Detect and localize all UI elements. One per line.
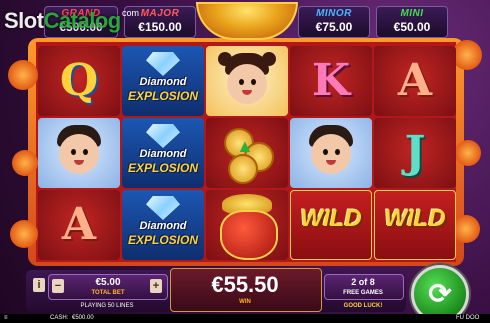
cash-label: CASH: (50, 315, 69, 321)
reel2-symbol-diamond-explosion-2: Diamond EXPLOSION (122, 118, 204, 188)
girl-hair-bun-right (262, 52, 276, 66)
watermark-logo: SlotCatalog (4, 8, 121, 34)
win-value: €55.50 (211, 272, 279, 297)
reel4-symbol-boy (290, 118, 372, 188)
boy-eye-right (335, 149, 340, 155)
win-label: WIN (239, 299, 251, 305)
jackpot-major-value: €150.00 (138, 20, 182, 34)
watermark-com: com (122, 8, 140, 18)
jackpot-minor-value: €75.00 (315, 20, 353, 34)
girl-eye-left (239, 79, 244, 85)
bet-plus-button[interactable]: + (150, 279, 162, 293)
jackpot-minor-label: MINOR (316, 8, 352, 19)
info-button[interactable]: i (33, 278, 45, 292)
menu-icon[interactable]: ≡ (4, 315, 8, 321)
diamond-label: Diamond (139, 148, 187, 160)
status-bar: ≡ CASH: €500.00 FU DOO (0, 314, 490, 323)
reel1-symbol-q: Q (38, 46, 120, 116)
blossom-decoration-left-3 (10, 220, 38, 248)
reel3-symbol-treasure-pot (206, 190, 288, 260)
jackpot-mini-value: €50.00 (393, 20, 431, 34)
reel5-symbol-j: J (374, 118, 456, 188)
explosion-label: EXPLOSION (127, 233, 198, 247)
boy-eye-left (323, 149, 328, 155)
reel1-symbol-boy (38, 118, 120, 188)
total-bet-label: TOTAL BET (91, 290, 125, 296)
good-luck-message: GOOD LUCK! (343, 303, 383, 309)
diamond-gem (146, 196, 180, 220)
blossom-decoration-right-1 (452, 40, 482, 70)
free-games-counter: 2 of 8 (351, 277, 375, 287)
reel3-symbol-coins: ▲ (206, 118, 288, 188)
diamond-label: Diamond (139, 76, 187, 88)
wild-label: WILD (384, 205, 446, 232)
reel5-symbol-wild: WILD (374, 190, 456, 260)
game-name: FU DOO (456, 315, 480, 321)
blossom-decoration-right-3 (452, 215, 480, 243)
reel2-symbol-diamond-explosion-3: Diamond EXPLOSION (122, 190, 204, 260)
watermark-catalog: Catalog (43, 8, 122, 33)
jackpot-mini: MINI €50.00 (376, 6, 448, 38)
jackpot-mini-label: MINI (400, 8, 424, 19)
playing-lines-text: PLAYING 50 LINES (80, 303, 134, 309)
wild-label: WILD (300, 205, 362, 232)
reel5-symbol-a: A (374, 46, 456, 116)
jackpot-minor: MINOR €75.00 (298, 6, 370, 38)
refresh-icon: ⟳ (428, 278, 452, 309)
explosion-label: EXPLOSION (127, 161, 198, 175)
reel4-symbol-wild: WILD (290, 190, 372, 260)
blossom-decoration-left-1 (8, 60, 38, 90)
diamond-gem (146, 124, 180, 148)
boy-eye-left (71, 149, 76, 155)
cash-value: €500.00 (72, 315, 94, 321)
reel1-symbol-a: A (38, 190, 120, 260)
blossom-decoration-left-2 (12, 150, 38, 176)
coin-icon (228, 154, 258, 184)
total-bet-value: €5.00 (95, 277, 121, 288)
watermark-slot: Slot (4, 8, 44, 33)
boy-eye-right (83, 149, 88, 155)
boy-face (311, 134, 351, 174)
red-pot (220, 210, 278, 260)
bet-minus-button[interactable]: − (52, 279, 64, 293)
girl-face (227, 64, 267, 104)
explosion-label: EXPLOSION (127, 89, 198, 103)
girl-hair-bun-left (218, 52, 232, 66)
reel2-symbol-diamond-explosion-1: Diamond EXPLOSION (122, 46, 204, 116)
diamond-gem (146, 52, 180, 76)
leaf-icon: ▲ (236, 136, 254, 156)
blossom-decoration-right-2 (455, 140, 481, 166)
girl-eye-right (251, 79, 256, 85)
diamond-label: Diamond (139, 220, 187, 232)
boy-face (59, 134, 99, 174)
reel4-symbol-k: K (290, 46, 372, 116)
reel3-symbol-girl (206, 46, 288, 116)
free-games-label: FREE GAMES (343, 290, 383, 296)
